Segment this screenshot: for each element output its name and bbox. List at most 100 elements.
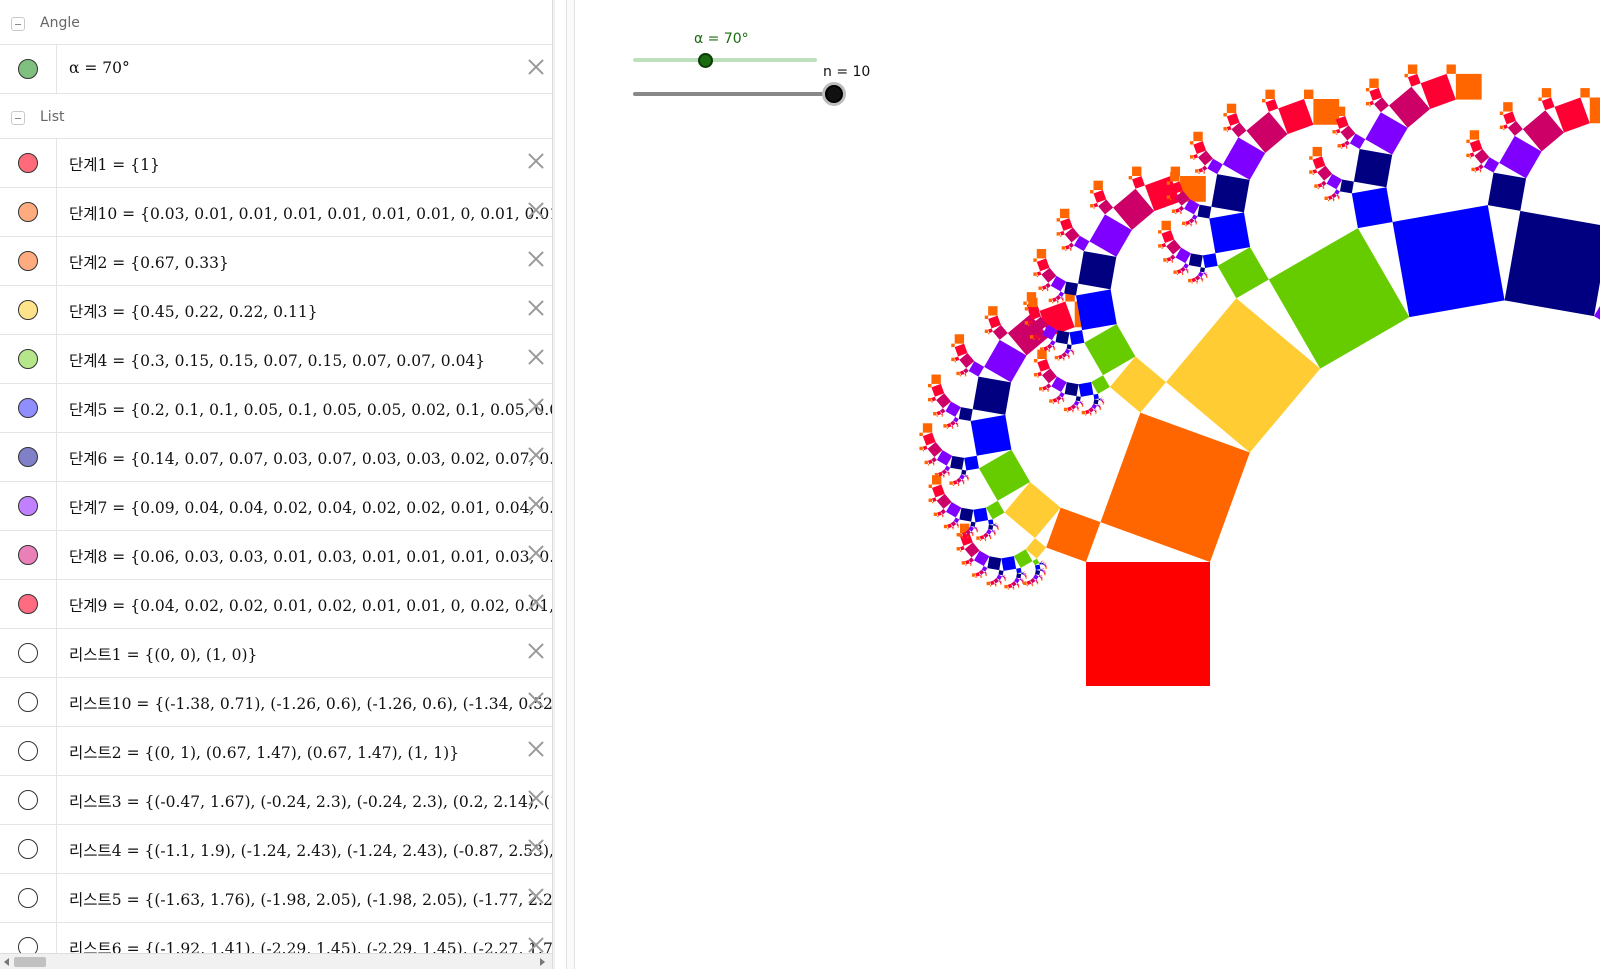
algebra-row[interactable]: 단계4 = {0.3, 0.15, 0.15, 0.07, 0.15, 0.07… — [0, 335, 552, 384]
algebra-expression[interactable]: 단계10 = {0.03, 0.01, 0.01, 0.01, 0.01, 0.… — [69, 202, 552, 224]
visibility-toggle-icon[interactable] — [18, 741, 38, 761]
visibility-toggle-icon[interactable] — [18, 790, 38, 810]
algebra-expression[interactable]: 리스트4 = {(-1.1, 1.9), (-1.24, 2.43), (-1.… — [69, 839, 552, 861]
algebra-expression[interactable]: 단계5 = {0.2, 0.1, 0.1, 0.05, 0.1, 0.05, 0… — [69, 398, 552, 420]
delete-icon[interactable] — [525, 200, 545, 220]
delete-icon[interactable] — [525, 739, 545, 759]
algebra-expression[interactable]: 단계6 = {0.14, 0.07, 0.07, 0.03, 0.07, 0.0… — [69, 447, 552, 469]
scroll-right-arrow-icon[interactable] — [540, 958, 545, 966]
algebra-row[interactable]: 단계2 = {0.67, 0.33} — [0, 237, 552, 286]
algebra-expression[interactable]: 단계3 = {0.45, 0.22, 0.22, 0.11} — [69, 300, 552, 322]
tree-square-level-9 — [1369, 100, 1374, 106]
algebra-expression[interactable]: 단계1 = {1} — [69, 153, 552, 175]
visibility-toggle-icon[interactable] — [18, 447, 38, 467]
algebra-expression[interactable]: 단계9 = {0.04, 0.02, 0.02, 0.01, 0.02, 0.0… — [69, 594, 552, 616]
visibility-toggle-icon[interactable] — [18, 153, 38, 173]
delete-icon[interactable] — [525, 347, 545, 367]
horizontal-scroll-thumb[interactable] — [14, 957, 46, 967]
delete-icon[interactable] — [525, 641, 545, 661]
algebra-row[interactable]: 단계1 = {1} — [0, 139, 552, 188]
delete-icon[interactable] — [525, 298, 545, 318]
visibility-toggle-icon[interactable] — [18, 594, 38, 614]
tree-square-level-8 — [961, 479, 964, 482]
delete-icon[interactable] — [525, 543, 545, 563]
tree-square-level-10 — [1176, 273, 1179, 276]
algebra-expression[interactable]: 단계7 = {0.09, 0.04, 0.04, 0.02, 0.04, 0.0… — [69, 496, 552, 518]
visibility-toggle-icon[interactable] — [18, 349, 38, 369]
delete-icon[interactable] — [525, 494, 545, 514]
tree-square-level-10 — [949, 481, 953, 485]
delete-icon[interactable] — [525, 592, 545, 612]
algebra-row[interactable]: 단계9 = {0.04, 0.02, 0.02, 0.01, 0.02, 0.0… — [0, 580, 552, 629]
algebra-expression[interactable]: 단계8 = {0.06, 0.03, 0.03, 0.01, 0.03, 0.0… — [69, 545, 552, 567]
algebra-row[interactable]: 리스트3 = {(-0.47, 1.67), (-0.24, 2.3), (-0… — [0, 776, 552, 825]
tree-square-level-9 — [1036, 258, 1050, 272]
visibility-toggle-icon[interactable] — [18, 888, 38, 908]
delete-icon[interactable] — [525, 396, 545, 416]
algebra-row[interactable]: 단계10 = {0.03, 0.01, 0.01, 0.01, 0.01, 0.… — [0, 188, 552, 237]
scroll-left-arrow-icon[interactable] — [4, 958, 9, 966]
algebra-row[interactable]: 리스트10 = {(-1.38, 0.71), (-1.26, 0.6), (-… — [0, 678, 552, 727]
algebra-expression[interactable]: 단계2 = {0.67, 0.33} — [69, 251, 552, 273]
algebra-expression[interactable]: 리스트5 = {(-1.63, 1.76), (-1.98, 2.05), (-… — [69, 888, 552, 910]
algebra-expression[interactable]: α = 70° — [69, 59, 552, 77]
visibility-toggle-icon[interactable] — [18, 202, 38, 222]
delete-icon[interactable] — [525, 445, 545, 465]
algebra-expression[interactable]: 리스트1 = {(0, 0), (1, 0)} — [69, 643, 552, 665]
vertical-scrollbar[interactable] — [552, 0, 555, 969]
algebra-expression[interactable]: 리스트3 = {(-0.47, 1.67), (-0.24, 2.3), (-0… — [69, 790, 552, 812]
tree-square-level-8 — [1035, 579, 1038, 582]
algebra-expression[interactable]: 리스트10 = {(-1.38, 0.71), (-1.26, 0.6), (-… — [69, 692, 552, 714]
delete-icon[interactable] — [525, 837, 545, 857]
tree-square-level-10 — [1057, 302, 1059, 304]
algebra-row[interactable]: 리스트4 = {(-1.1, 1.9), (-1.24, 2.43), (-1.… — [0, 825, 552, 874]
visibility-toggle-icon[interactable] — [18, 643, 38, 663]
visibility-toggle-icon[interactable] — [18, 545, 38, 565]
algebra-row[interactable]: 리스트2 = {(0, 1), (0.67, 1.47), (0.67, 1.4… — [0, 727, 552, 776]
algebra-row[interactable]: α = 70° — [0, 45, 552, 94]
visibility-toggle-icon[interactable] — [18, 59, 38, 79]
marble-column — [0, 874, 57, 922]
delete-icon[interactable] — [525, 249, 545, 269]
algebra-row[interactable]: 리스트5 = {(-1.63, 1.76), (-1.98, 2.05), (-… — [0, 874, 552, 923]
visibility-toggle-icon[interactable] — [18, 692, 38, 712]
delete-icon[interactable] — [525, 57, 545, 77]
tree-square-level-8 — [1507, 120, 1523, 136]
delete-icon[interactable] — [525, 886, 545, 906]
algebra-row[interactable]: 리스트1 = {(0, 0), (1, 0)} — [0, 629, 552, 678]
tree-square-level-5 — [1035, 564, 1041, 570]
tree-square-level-10 — [1022, 582, 1024, 584]
delete-icon[interactable] — [525, 788, 545, 808]
algebra-row[interactable]: 단계5 = {0.2, 0.1, 0.1, 0.05, 0.1, 0.05, 0… — [0, 384, 552, 433]
tree-square-level-9 — [1037, 358, 1051, 372]
visibility-toggle-icon[interactable] — [18, 839, 38, 859]
collapse-icon[interactable] — [11, 111, 25, 125]
algebra-row[interactable]: 단계6 = {0.14, 0.07, 0.07, 0.03, 0.07, 0.0… — [0, 433, 552, 482]
algebra-expression[interactable]: 단계4 = {0.3, 0.15, 0.15, 0.07, 0.15, 0.07… — [69, 349, 552, 371]
tree-square-level-9 — [1474, 166, 1480, 172]
delete-icon[interactable] — [525, 935, 545, 955]
horizontal-scrollbar[interactable] — [0, 953, 552, 969]
view-divider[interactable] — [566, 0, 575, 969]
tree-square-level-6 — [1098, 398, 1101, 401]
tree-square-level-9 — [937, 511, 942, 517]
tree-square-level-10 — [1057, 402, 1060, 404]
graphics-view[interactable]: α = 70° n = 10 — [575, 0, 1600, 969]
tree-square-level-10 — [1322, 187, 1325, 190]
collapse-icon[interactable] — [11, 17, 25, 31]
algebra-expression[interactable]: 리스트2 = {(0, 1), (0.67, 1.47), (0.67, 1.4… — [69, 741, 552, 763]
marble-column — [0, 335, 57, 383]
algebra-row[interactable]: 단계7 = {0.09, 0.04, 0.04, 0.02, 0.04, 0.0… — [0, 482, 552, 531]
visibility-toggle-icon[interactable] — [18, 300, 38, 320]
algebra-row[interactable]: 단계8 = {0.06, 0.03, 0.03, 0.01, 0.03, 0.0… — [0, 531, 552, 580]
algebra-row[interactable]: 단계3 = {0.45, 0.22, 0.22, 0.11} — [0, 286, 552, 335]
delete-icon[interactable] — [525, 151, 545, 171]
delete-icon[interactable] — [525, 690, 545, 710]
visibility-toggle-icon[interactable] — [18, 398, 38, 418]
tree-square-level-9 — [1193, 141, 1207, 154]
tree-square-level-10 — [976, 531, 978, 533]
tree-square-level-9 — [1103, 401, 1105, 402]
visibility-toggle-icon[interactable] — [18, 251, 38, 271]
visibility-toggle-icon[interactable] — [18, 496, 38, 516]
tree-square-level-10 — [1063, 359, 1065, 361]
